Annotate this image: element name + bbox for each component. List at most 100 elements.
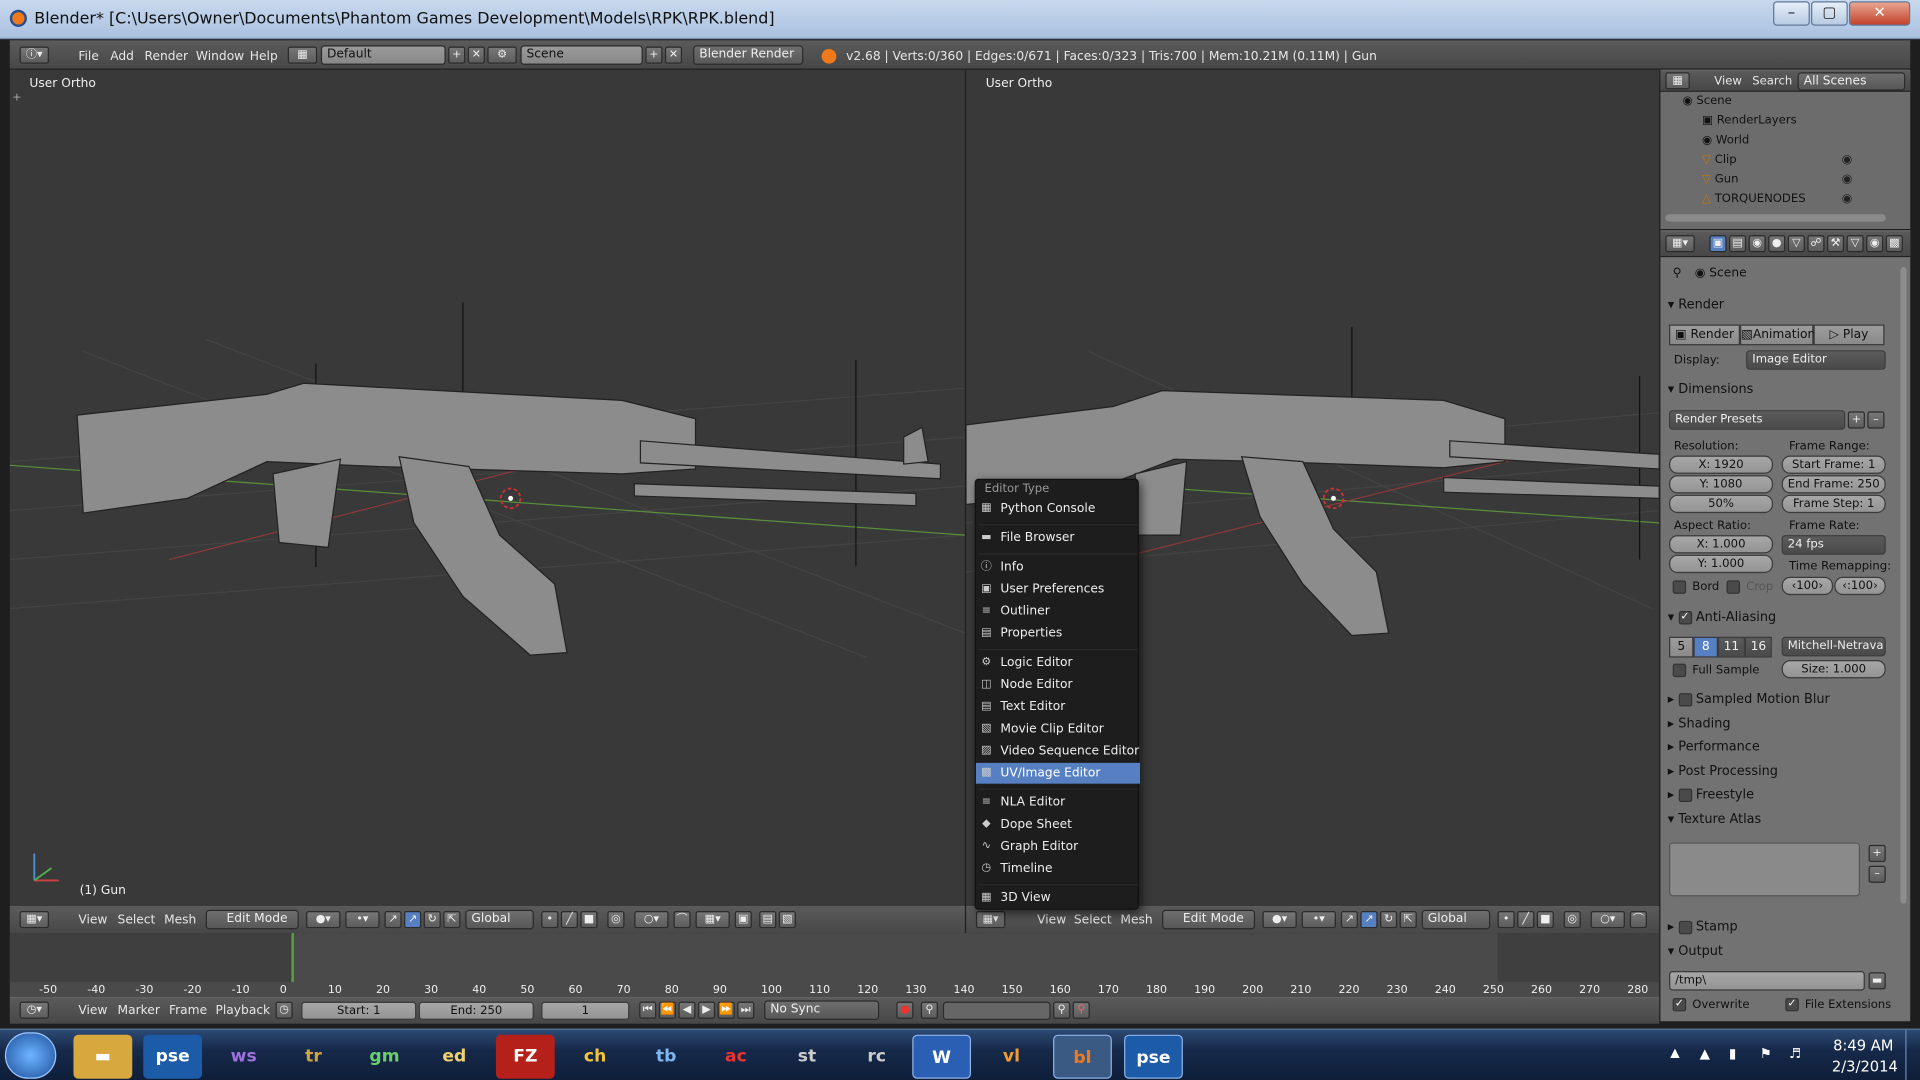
outliner-row-scene[interactable]: ◉ Scene — [1682, 92, 1731, 112]
timeline-menu-frame[interactable]: Frame — [169, 998, 207, 1024]
viewport-left[interactable]: User Ortho (1) Gun + — [9, 69, 965, 907]
viewport-left-menu-view[interactable]: View — [78, 907, 107, 933]
menu-item-graph-editor[interactable]: ∿ Graph Editor — [976, 836, 1140, 857]
translate-icon[interactable]: ↗ — [404, 911, 422, 929]
menu-item-outliner[interactable]: ≡ Outliner — [976, 601, 1140, 622]
face-select-icon[interactable]: ■ — [580, 911, 598, 929]
camera-icon[interactable]: ▤ — [759, 911, 777, 929]
play-icon[interactable]: ▶ — [697, 1001, 716, 1019]
film-icon[interactable]: ▧ — [778, 911, 796, 929]
render-tab-icon[interactable]: ▣ — [1709, 235, 1727, 253]
jump-end-icon[interactable]: ⏭ — [737, 1001, 755, 1019]
add-layout-icon[interactable]: + — [448, 46, 466, 64]
menu-render[interactable]: Render — [144, 42, 188, 69]
menu-item-text-editor[interactable]: ▤ Text Editor — [976, 697, 1140, 718]
start-frame-field[interactable]: Start Frame: 1 — [1781, 455, 1886, 474]
next-keyframe-icon[interactable]: ⏩ — [717, 1001, 735, 1019]
sync-dropdown[interactable]: No Sync — [764, 1000, 880, 1021]
resolution-percent-field[interactable]: 50% — [1668, 494, 1774, 514]
viewport-right-limit-selection-icon[interactable]: ◎ — [1563, 911, 1581, 929]
properties-scrollbar[interactable] — [1900, 266, 1907, 904]
outliner-row-renderlayers[interactable]: ▣ RenderLayers — [1702, 111, 1797, 131]
eye-icon[interactable]: ◉ — [1842, 153, 1853, 166]
outliner-scrollbar[interactable] — [1665, 214, 1886, 222]
vertex-select-icon[interactable]: • — [541, 911, 559, 929]
record-icon[interactable]: ● — [896, 1001, 914, 1019]
section-shading[interactable]: ▸ Shading — [1668, 711, 1886, 735]
section-freestyle[interactable]: ▸ Freestyle — [1668, 782, 1886, 806]
viewport-right-mode-dropdown[interactable]: Edit Mode — [1162, 909, 1256, 930]
viewport-right-vertex-select-icon[interactable]: • — [1497, 911, 1515, 929]
snap-element-icon[interactable]: ▦▾ — [695, 911, 730, 929]
remove-scene-icon[interactable]: ✕ — [664, 46, 683, 64]
screen-layout-icon[interactable]: ▦ — [287, 46, 318, 64]
viewport-right-menu-select[interactable]: Select — [1074, 907, 1112, 933]
menu-help[interactable]: Help — [250, 42, 278, 69]
maximize-button[interactable]: ▢ — [1811, 1, 1848, 26]
menu-item-node-editor[interactable]: ◫ Node Editor — [976, 675, 1140, 696]
eye-icon[interactable]: ◉ — [1842, 192, 1853, 205]
render-button[interactable]: ▣ Render — [1668, 324, 1741, 346]
clock-time[interactable]: 8:49 AM — [1833, 1037, 1893, 1054]
webcam-app-icon[interactable]: ws — [214, 1035, 273, 1079]
fps-dropdown[interactable]: 24 fps — [1781, 535, 1886, 555]
viewport-right-editor-type-icon[interactable]: ▦▾ — [975, 911, 1006, 929]
scene-tab-icon[interactable]: ◉ — [1748, 235, 1766, 253]
delete-keyframe-icon[interactable]: ⚲ — [1072, 1001, 1090, 1019]
menu-file[interactable]: File — [78, 42, 98, 69]
motion-blur-checkbox[interactable] — [1678, 692, 1692, 706]
section-sampled-motion-blur[interactable]: ▸ Sampled Motion Blur — [1668, 687, 1886, 711]
constraints-tab-icon[interactable]: ☍ — [1807, 235, 1825, 253]
aa-sample-8[interactable]: 8 — [1693, 636, 1718, 658]
add-scene-icon[interactable]: + — [645, 46, 663, 64]
section-output[interactable]: ▾ Output — [1668, 939, 1886, 963]
media-app-icon[interactable]: vl — [982, 1035, 1041, 1079]
outliner-filter-dropdown[interactable]: All Scenes — [1797, 72, 1906, 91]
outliner-editor-type-icon[interactable]: ▦ — [1665, 72, 1690, 90]
viewport-left-orientation-dropdown[interactable]: Global — [465, 909, 534, 930]
timeline-menu-playback[interactable]: Playback — [216, 998, 271, 1024]
output-folder-icon[interactable]: ▬ — [1868, 972, 1886, 990]
section-dimensions[interactable]: ▾ Dimensions — [1668, 377, 1886, 401]
section-texture-atlas[interactable]: ▾ Texture Atlas — [1668, 807, 1886, 831]
keying-set-field[interactable] — [942, 1001, 1051, 1021]
pin-icon[interactable]: ⚲ — [1673, 267, 1682, 280]
outliner-row-gun[interactable]: ▽ Gun — [1702, 170, 1738, 190]
atlas-add-icon[interactable]: + — [1868, 844, 1886, 863]
torque-app-icon[interactable]: tr — [284, 1035, 343, 1079]
filezilla-app-icon[interactable]: FZ — [495, 1034, 555, 1079]
timeline-menu-marker[interactable]: Marker — [118, 998, 160, 1024]
timeline-editor-type-icon[interactable]: ◷▾ — [19, 1001, 49, 1019]
editor-type-button[interactable]: ⓘ▾ — [19, 46, 49, 64]
snap-icon[interactable]: ⌒ — [673, 911, 691, 929]
aspect-x-field[interactable]: X: 1.000 — [1668, 535, 1774, 554]
modifiers-tab-icon[interactable]: ⚒ — [1826, 235, 1845, 253]
menu-item-movie-clip-editor[interactable]: ▧ Movie Clip Editor — [976, 719, 1140, 740]
section-stamp[interactable]: ▸ Stamp — [1668, 915, 1886, 939]
proportional-edit-icon[interactable]: ○▾ — [634, 911, 669, 929]
current-frame-field[interactable]: 1 — [541, 1001, 630, 1021]
preview-range-icon[interactable]: ◷ — [275, 1001, 293, 1019]
layers-tab-icon[interactable]: ▤ — [1728, 235, 1747, 253]
rotate-icon[interactable]: ↻ — [423, 911, 441, 929]
menu-item-uv-image-editor[interactable]: ▩ UV/Image Editor — [975, 762, 1141, 784]
aa-filter-dropdown[interactable]: Mitchell-Netravali — [1781, 636, 1886, 657]
blender-app-icon[interactable]: bl — [1053, 1034, 1112, 1079]
end-frame-field[interactable]: End Frame: 250 — [1781, 475, 1886, 494]
outliner-row-torquenodes[interactable]: △ TORQUENODES — [1702, 190, 1806, 210]
timeline-area[interactable]: -50 -40 -30 -20 -10 0 10 20 30 40 50 60 70 80 90 100 110… — [9, 933, 1660, 997]
object-tab-icon[interactable]: ▽ — [1787, 235, 1805, 253]
viewport-right-translate-icon[interactable]: ↗ — [1360, 911, 1378, 929]
freestyle-checkbox[interactable] — [1678, 787, 1692, 802]
remap-new-field[interactable]: ‹:100› — [1834, 576, 1886, 596]
prev-keyframe-icon[interactable]: ⏪ — [658, 1001, 676, 1019]
output-path-field[interactable]: /tmp\ — [1668, 971, 1865, 991]
remove-layout-icon[interactable]: ✕ — [467, 46, 485, 64]
corner-plus-icon[interactable]: + — [12, 92, 21, 104]
crop-checkbox[interactable] — [1726, 580, 1741, 594]
viewport-left-menu-mesh[interactable]: Mesh — [164, 907, 196, 933]
texture-tab-icon[interactable]: ▩ — [1885, 235, 1903, 253]
aa-size-field[interactable]: Size: 1.000 — [1781, 660, 1886, 679]
render-presets-dropdown[interactable]: Render Presets — [1668, 410, 1846, 430]
menu-item-user-preferences[interactable]: ▣ User Preferences — [976, 579, 1140, 600]
